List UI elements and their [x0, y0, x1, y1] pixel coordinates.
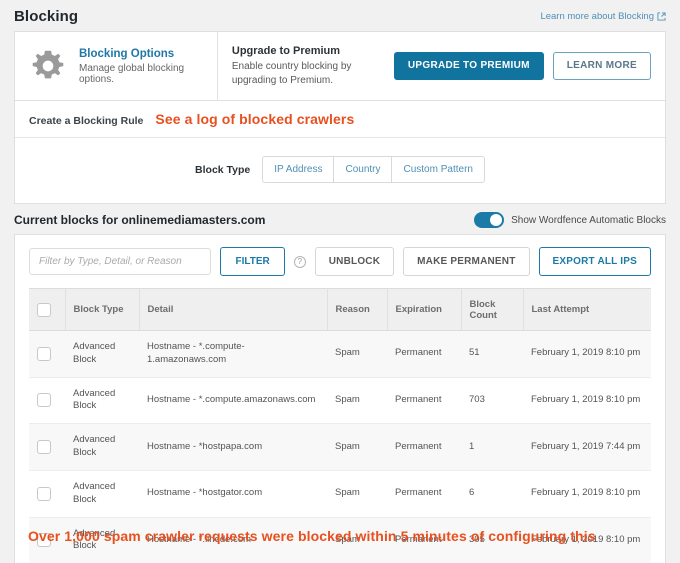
cell-reason: Spam — [327, 330, 387, 378]
annotation-blocked-requests: Over 1,000 spam crawler requests were bl… — [28, 528, 596, 544]
block-type-label: Block Type — [195, 163, 251, 176]
row-checkbox[interactable] — [37, 440, 51, 455]
show-automatic-blocks-toggle[interactable] — [474, 212, 505, 228]
learn-more-link-label: Learn more about Blocking — [540, 11, 654, 22]
upgrade-to-premium-button[interactable]: UPGRADE TO PREMIUM — [393, 52, 544, 80]
block-type-option-country[interactable]: Country — [333, 156, 392, 183]
blocking-options-panel: Blocking Options Manage global blocking … — [14, 31, 666, 101]
unblock-button[interactable]: UNBLOCK — [314, 247, 395, 276]
table-row[interactable]: Advanced Block Hostname - *.compute.amaz… — [29, 377, 651, 425]
show-automatic-blocks-label: Show Wordfence Automatic Blocks — [511, 214, 666, 226]
make-permanent-button[interactable]: MAKE PERMANENT — [403, 247, 530, 276]
cell-detail: Hostname - *hostgator.com — [139, 470, 327, 518]
cell-block-count: 51 — [461, 330, 523, 378]
blocking-options-title[interactable]: Blocking Options — [79, 48, 203, 60]
block-type-segmented-control[interactable]: IP Address Country Custom Pattern — [262, 156, 485, 183]
upgrade-cell: Upgrade to Premium Enable country blocki… — [218, 32, 665, 100]
create-blocking-rule-label: Create a Blocking Rule — [29, 115, 144, 127]
show-automatic-blocks-toggle-wrap[interactable]: Show Wordfence Automatic Blocks — [474, 212, 666, 228]
gear-icon — [29, 47, 67, 85]
page-title: Blocking — [14, 8, 79, 25]
upgrade-subtitle: Enable country blocking by upgrading to … — [231, 61, 352, 86]
column-header-block-type[interactable]: Block Type — [65, 288, 140, 331]
cell-detail: Hostname - *.compute-1.amazonaws.com — [139, 330, 327, 378]
column-header-last-attempt[interactable]: Last Attempt — [523, 288, 651, 331]
blocking-options-cell[interactable]: Blocking Options Manage global blocking … — [15, 32, 218, 100]
export-all-ips-button[interactable]: EXPORT ALL IPS — [538, 247, 651, 276]
block-type-option-custom-pattern[interactable]: Custom Pattern — [391, 156, 485, 183]
cell-expiration: Permanent — [387, 470, 461, 518]
row-checkbox[interactable] — [37, 346, 51, 361]
blocking-page: Blocking Learn more about Blocking Block… — [0, 0, 680, 563]
cell-block-type: Advanced Block — [65, 470, 139, 518]
table-header-row: Block Type Detail Reason Expiration Bloc… — [29, 288, 651, 331]
learn-more-button[interactable]: LEARN MORE — [552, 52, 651, 80]
column-header-expiration[interactable]: Expiration — [387, 288, 462, 331]
learn-more-about-blocking-link[interactable]: Learn more about Blocking — [540, 11, 666, 22]
blocks-table: Block Type Detail Reason Expiration Bloc… — [29, 288, 651, 563]
row-select-cell — [29, 330, 65, 378]
cell-block-type: Advanced Block — [65, 377, 139, 425]
cell-reason: Spam — [327, 423, 387, 471]
table-row[interactable]: Advanced Block Hostname - *hostgator.com… — [29, 470, 651, 518]
row-select-cell — [29, 377, 65, 425]
cell-last-attempt: February 1, 2019 7:44 pm — [523, 423, 651, 471]
cell-reason: Spam — [327, 377, 387, 425]
current-blocks-title: Current blocks for onlinemediamasters.co… — [14, 213, 266, 227]
cell-detail: Hostname - *hostpapa.com — [139, 423, 327, 471]
table-toolbar: FILTER ? UNBLOCK MAKE PERMANENT EXPORT A… — [15, 235, 665, 288]
row-checkbox[interactable] — [37, 486, 51, 501]
column-header-detail[interactable]: Detail — [139, 288, 328, 331]
cell-last-attempt: February 1, 2019 8:10 pm — [523, 377, 651, 425]
cell-expiration: Permanent — [387, 377, 461, 425]
page-header: Blocking Learn more about Blocking — [0, 0, 680, 31]
table-row[interactable]: Advanced Block Hostname - *hostpapa.com … — [29, 423, 651, 471]
cell-block-count: 703 — [461, 377, 523, 425]
select-all-header — [29, 288, 66, 331]
annotation-see-log: See a log of blocked crawlers — [155, 111, 355, 127]
upgrade-title: Upgrade to Premium — [231, 45, 341, 57]
blocks-table-wrap: Block Type Detail Reason Expiration Bloc… — [29, 288, 651, 563]
row-select-cell — [29, 470, 65, 518]
row-checkbox[interactable] — [37, 393, 51, 408]
cell-reason: Spam — [327, 470, 387, 518]
cell-last-attempt: February 1, 2019 8:10 pm — [523, 330, 651, 378]
cell-expiration: Permanent — [387, 423, 461, 471]
blocking-options-subtitle: Manage global blocking options. — [79, 62, 185, 85]
cell-block-type: Advanced Block — [65, 330, 139, 378]
cell-last-attempt: February 1, 2019 8:10 pm — [523, 470, 651, 518]
block-type-option-ip-address[interactable]: IP Address — [262, 156, 334, 183]
filter-input[interactable] — [29, 248, 212, 275]
table-row[interactable]: Advanced Block Hostname - *.compute-1.am… — [29, 330, 651, 378]
column-header-reason[interactable]: Reason — [327, 288, 388, 331]
cell-block-count: 1 — [461, 423, 523, 471]
select-all-checkbox[interactable] — [37, 302, 51, 317]
cell-detail: Hostname - *.compute.amazonaws.com — [139, 377, 327, 425]
column-header-block-count[interactable]: Block Count — [461, 288, 524, 331]
external-link-icon — [657, 12, 666, 21]
filter-button[interactable]: FILTER — [220, 247, 285, 276]
cell-expiration: Permanent — [387, 330, 461, 378]
cell-block-count: 6 — [461, 470, 523, 518]
toggle-knob — [490, 214, 503, 226]
cell-block-type: Advanced Block — [65, 423, 139, 471]
current-blocks-bar: Current blocks for onlinemediamasters.co… — [0, 204, 680, 234]
row-select-cell — [29, 423, 65, 471]
create-blocking-rule-panel: Create a Blocking Rule See a log of bloc… — [14, 101, 666, 204]
help-icon[interactable]: ? — [293, 255, 306, 268]
blocks-table-panel: FILTER ? UNBLOCK MAKE PERMANENT EXPORT A… — [14, 234, 666, 563]
